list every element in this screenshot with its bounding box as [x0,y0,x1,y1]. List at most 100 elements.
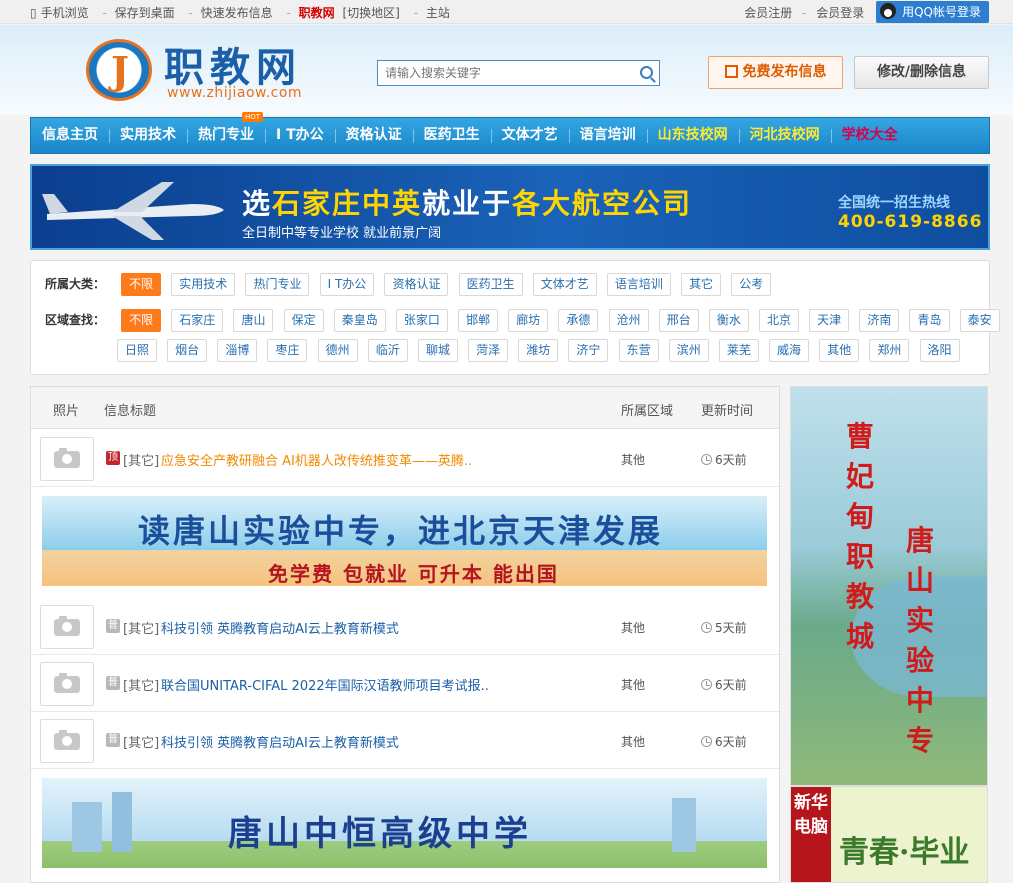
caofeidian-side-ad[interactable]: 曹妃甸职教城 唐山实验中专 [790,386,988,786]
zhongheng-school-ad[interactable]: 唐山中恒高级中学 [42,778,767,868]
category-tag[interactable]: 文体才艺 [532,273,597,296]
switch-region-link[interactable]: [切换地区] [343,6,400,20]
region-tag[interactable]: 枣庄 [267,339,308,362]
region-tag[interactable]: 聊城 [417,339,458,362]
region-tag[interactable]: 邯郸 [458,309,499,332]
nav-certification[interactable]: 资格认证 [334,118,413,153]
category-tag[interactable]: 其它 [681,273,722,296]
region-tag[interactable]: 济南 [859,309,900,332]
region-tag[interactable]: 日照 [117,339,158,362]
region-tag[interactable]: 莱芜 [718,339,759,362]
region-tag[interactable]: 不限 [121,309,162,332]
item-title[interactable]: 科技引领 英腾教育启动AI云上教育新模式 [161,618,399,637]
photo-placeholder[interactable] [40,719,94,763]
quick-post-link[interactable]: 快速发布信息 [201,6,273,20]
region-tag[interactable]: 天津 [809,309,850,332]
free-post-button[interactable]: 免费发布信息 [708,56,843,89]
region-tag[interactable]: 临沂 [367,339,408,362]
qq-login-button[interactable]: 用QQ帐号登录 [876,1,989,23]
normal-badge: 普 [106,733,120,747]
region-tag[interactable]: 烟台 [167,339,208,362]
search-input[interactable] [378,61,628,85]
photo-placeholder[interactable] [40,437,94,481]
item-category[interactable]: [其它] [123,675,159,694]
category-tag[interactable]: 实用技术 [171,273,236,296]
nav-practical[interactable]: 实用技术 [109,118,187,153]
region-tag[interactable]: 邢台 [658,309,699,332]
item-title[interactable]: 科技引领 英腾教育启动AI云上教育新模式 [161,732,399,751]
region-tag[interactable]: 其他 [819,339,860,362]
region-tag[interactable]: 潍坊 [518,339,559,362]
nav-language[interactable]: 语言培训 [568,118,647,153]
nav-schools[interactable]: 学校大全 [830,118,909,153]
photo-placeholder[interactable] [40,605,94,649]
list-item[interactable]: 普 [其它] 联合国UNITAR-CIFAL 2022年国际汉语教师项目考试报.… [31,655,779,712]
region-tag[interactable]: 滨州 [668,339,709,362]
nav-it-office[interactable]: I T办公 [265,118,335,153]
region-tag[interactable]: 青岛 [909,309,950,332]
region-tag[interactable]: 淄博 [217,339,258,362]
item-title[interactable]: 联合国UNITAR-CIFAL 2022年国际汉语教师项目考试报.. [161,675,489,694]
category-tag[interactable]: 不限 [121,273,162,296]
login-link[interactable]: 会员登录 [816,4,864,21]
normal-badge: 普 [106,676,120,690]
region-tag[interactable]: 秦皇岛 [333,309,386,332]
logo-icon[interactable] [86,39,152,101]
region-tag[interactable]: 廊坊 [508,309,549,332]
list-item[interactable]: 顶 [其它] 应急安全产教研融合 AI机器人改传统推变革——英腾.. 其他 6天… [31,430,779,487]
category-tag[interactable]: 语言培训 [606,273,671,296]
region-tag[interactable]: 洛阳 [919,339,960,362]
main-station-link[interactable]: 主站 [426,6,450,20]
region-tag[interactable]: 菏泽 [468,339,509,362]
region-tag[interactable]: 泰安 [959,309,1000,332]
region-tag[interactable]: 北京 [759,309,800,332]
mobile-browse-link[interactable]: 手机浏览 [41,6,89,20]
airline-banner-ad[interactable]: 选石家庄中英就业于各大航空公司 全日制中等专业学校 就业前景广阔 全国统一招生热… [30,164,990,250]
tangshan-school-ad[interactable]: 读唐山实验中专，进北京天津发展 免学费 包就业 可升本 能出国 [42,496,767,586]
item-category[interactable]: [其它] [123,450,159,469]
category-tag[interactable]: 医药卫生 [458,273,523,296]
nav-hebei[interactable]: 河北技校网 [738,118,831,153]
ad-brand-label: 新华电脑 [791,787,831,882]
region-tag[interactable]: 济宁 [568,339,609,362]
category-tag[interactable]: 热门专业 [245,273,310,296]
nav-hot-major[interactable]: 热门专业 HOT [187,112,265,153]
region-tag[interactable]: 承德 [558,309,599,332]
photo-placeholder[interactable] [40,662,94,706]
item-category[interactable]: [其它] [123,732,159,751]
item-time-text: 5天前 [715,621,747,635]
airplane-icon [42,182,224,240]
clock-icon [701,622,712,633]
site-name[interactable]: 职教网 [299,6,335,20]
region-tag[interactable]: 郑州 [869,339,910,362]
xinhua-computer-side-ad[interactable]: 新华电脑 青春·毕业 [790,786,988,883]
category-tag[interactable]: 资格认证 [384,273,449,296]
region-tag[interactable]: 保定 [283,309,324,332]
nav-medicine[interactable]: 医药卫生 [412,118,491,153]
ad-subtitle: 免学费 包就业 可升本 能出国 [268,562,559,586]
list-item[interactable]: 普 [其它] 科技引领 英腾教育启动AI云上教育新模式 其他 6天前 [31,712,779,769]
region-tag[interactable]: 威海 [769,339,810,362]
header-photo: 照片 [53,404,80,419]
save-desktop-link[interactable]: 保存到桌面 [115,6,175,20]
register-link[interactable]: 会员注册 [744,4,792,21]
search-icon[interactable] [640,66,653,79]
nav-arts[interactable]: 文体才艺 [490,118,569,153]
region-tag[interactable]: 唐山 [233,309,274,332]
camera-icon [54,673,80,693]
region-tag[interactable]: 张家口 [395,309,448,332]
list-item[interactable]: 普 [其它] 科技引领 英腾教育启动AI云上教育新模式 其他 5天前 [31,598,779,655]
mobile-icon: ▯ [30,6,37,20]
region-tag[interactable]: 石家庄 [171,309,224,332]
nav-home[interactable]: 信息主页 [31,118,109,153]
category-tag[interactable]: I T办公 [319,273,375,296]
region-tag[interactable]: 德州 [317,339,358,362]
item-title[interactable]: 应急安全产教研融合 AI机器人改传统推变革——英腾.. [161,450,472,469]
region-tag[interactable]: 沧州 [608,309,649,332]
region-tag[interactable]: 东营 [618,339,659,362]
edit-delete-button[interactable]: 修改/删除信息 [854,56,989,89]
category-tag[interactable]: 公考 [731,273,772,296]
nav-shandong[interactable]: 山东技校网 [646,118,739,153]
region-tag[interactable]: 衡水 [708,309,749,332]
item-category[interactable]: [其它] [123,618,159,637]
